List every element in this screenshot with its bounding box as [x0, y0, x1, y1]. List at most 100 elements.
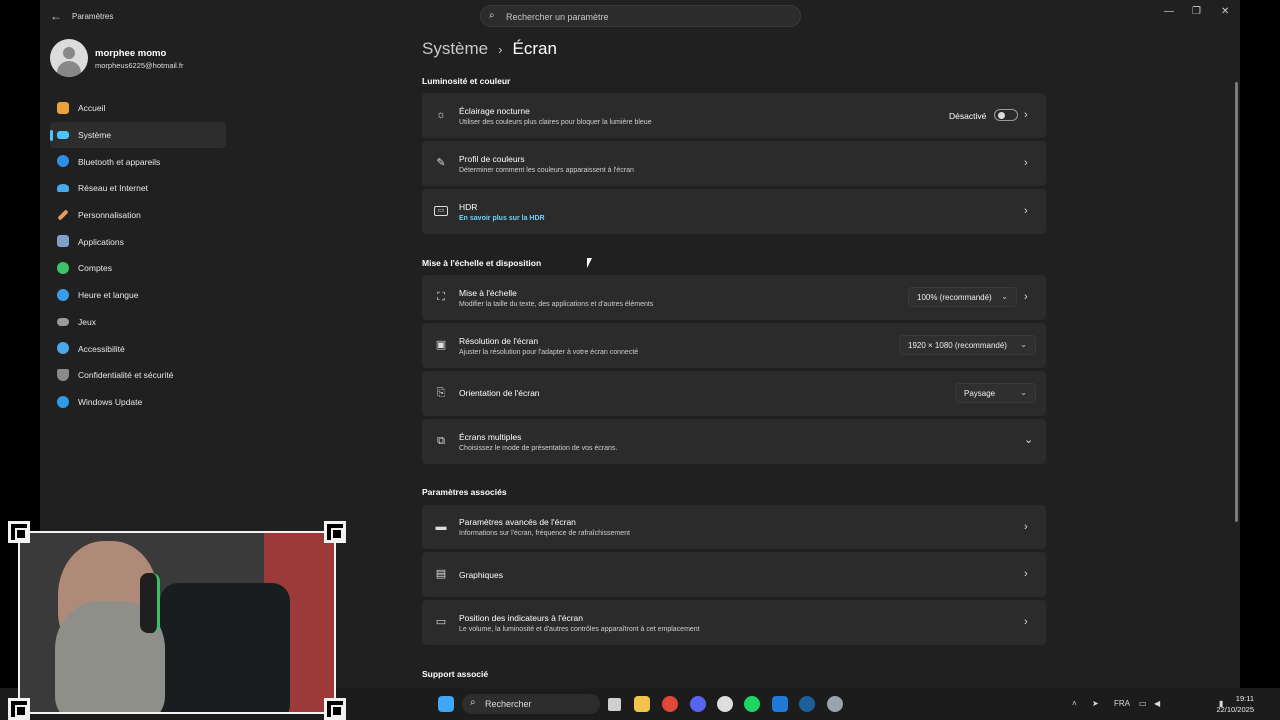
- frame-corner-icon: [324, 698, 346, 720]
- multiple-displays-card[interactable]: ⧉ Écrans multiples Choisissez le mode de…: [422, 419, 1046, 464]
- person-icon: [57, 262, 69, 275]
- section-brightness: Luminosité et couleur: [422, 76, 511, 86]
- card-title: HDR: [459, 202, 478, 212]
- minimize-button[interactable]: —: [1164, 6, 1174, 17]
- home-icon: [57, 102, 69, 114]
- tray-chevron-up-icon[interactable]: ˄: [1072, 699, 1077, 708]
- gamepad-icon: [57, 317, 69, 326]
- sidebar-item-accueil[interactable]: Accueil: [50, 95, 226, 122]
- search-placeholder: Rechercher un paramètre: [506, 12, 609, 22]
- card-desc: Choisissez le mode de présentation de vo…: [459, 445, 618, 452]
- card-desc: Informations sur l'écran, fréquence de r…: [459, 530, 630, 537]
- taskbar-search[interactable]: ⌕ Rechercher: [462, 694, 600, 714]
- task-view-icon[interactable]: [608, 698, 621, 711]
- sidebar-item-personnalisation[interactable]: Personnalisation: [50, 202, 226, 229]
- multiple-displays-icon: ⧉: [437, 435, 445, 447]
- windows-start-icon[interactable]: [438, 696, 454, 712]
- scaling-card[interactable]: ⛶ Mise à l'échelle Modifier la taille du…: [422, 275, 1046, 320]
- sidebar-item-label: Confidentialité et sécurité: [78, 370, 174, 381]
- volume-icon[interactable]: ◀: [1154, 699, 1160, 708]
- card-desc: Modifier la taille du texte, des applica…: [459, 301, 654, 308]
- update-icon: [57, 395, 69, 408]
- dropdown-value: Paysage: [964, 388, 996, 398]
- sidebar-item-applications[interactable]: Applications: [50, 228, 226, 255]
- sidebar-item-label: Bluetooth et appareils: [78, 156, 161, 167]
- monitor-icon: [57, 130, 69, 139]
- language-indicator[interactable]: FRA: [1114, 699, 1130, 708]
- sidebar-item-label: Personnalisation: [78, 210, 141, 221]
- breadcrumb-parent[interactable]: Système: [422, 39, 488, 59]
- sidebar-item-confidentialite[interactable]: Confidentialité et sécurité: [50, 362, 226, 389]
- color-profile-card[interactable]: ✎ Profil de couleurs Déterminer comment …: [422, 141, 1046, 186]
- sidebar-item-label: Jeux: [78, 316, 96, 327]
- chevron-down-icon[interactable]: ⌄: [1024, 435, 1034, 446]
- graphics-card[interactable]: ▤ Graphiques ›: [422, 552, 1046, 597]
- webcam-feed: [18, 531, 336, 714]
- dropdown-value: 1920 × 1080 (recommandé): [908, 340, 1007, 350]
- sidebar-item-comptes[interactable]: Comptes: [50, 255, 226, 282]
- resolution-dropdown[interactable]: 1920 × 1080 (recommandé) ⌄: [899, 335, 1036, 355]
- apps-icon: [57, 235, 69, 248]
- sidebar-item-windows-update[interactable]: Windows Update: [50, 389, 226, 416]
- location-icon: ➤: [1092, 699, 1099, 708]
- taskbar-search-label: Rechercher: [485, 699, 532, 709]
- hdr-card[interactable]: ▭ HDR En savoir plus sur la HDR ›: [422, 189, 1046, 234]
- discord-icon[interactable]: [690, 696, 706, 712]
- card-title: Profil de couleurs: [459, 154, 525, 164]
- settings-icon[interactable]: [827, 696, 843, 712]
- chrome-icon[interactable]: [662, 696, 678, 712]
- advanced-display-card[interactable]: ▬ Paramètres avancés de l'écran Informat…: [422, 505, 1046, 549]
- outlook-icon[interactable]: [772, 696, 788, 712]
- breadcrumb-separator: ›: [498, 41, 503, 57]
- openai-icon[interactable]: [717, 696, 733, 712]
- orientation-card[interactable]: ⎘ Orientation de l'écran Paysage ⌄: [422, 371, 1046, 416]
- avatar[interactable]: [50, 39, 88, 77]
- maximize-button[interactable]: ❐: [1192, 6, 1201, 17]
- close-button[interactable]: ✕: [1221, 6, 1229, 17]
- hdr-learn-more-link[interactable]: En savoir plus sur la HDR: [459, 215, 545, 222]
- settings-search-input[interactable]: ⌕ Rechercher un paramètre: [480, 5, 801, 27]
- dropdown-value: 100% (recommandé): [917, 292, 992, 302]
- scale-icon: ⛶: [437, 291, 445, 303]
- chevron-down-icon: ⌄: [1020, 340, 1027, 349]
- breadcrumb: Système › Écran: [422, 39, 557, 59]
- webcam-overlay: [8, 521, 346, 720]
- resolution-card[interactable]: ▣ Résolution de l'écran Ajuster la résol…: [422, 323, 1046, 368]
- search-icon: ⌕: [470, 697, 476, 708]
- card-title: Orientation de l'écran: [459, 388, 540, 398]
- section-scale: Mise à l'échelle et disposition: [422, 258, 542, 268]
- graphics-card-icon: ▤: [435, 568, 447, 580]
- indicators-position-card[interactable]: ▭ Position des indicateurs à l'écran Le …: [422, 600, 1046, 645]
- network-icon[interactable]: ▭: [1139, 699, 1147, 708]
- orientation-dropdown[interactable]: Paysage ⌄: [955, 383, 1036, 403]
- sidebar-item-label: Accueil: [78, 103, 106, 114]
- mouse-cursor-icon: [587, 258, 592, 268]
- globe-icon: [57, 288, 69, 301]
- spotify-icon[interactable]: [744, 696, 760, 712]
- section-support: Support associé: [422, 669, 489, 679]
- card-title: Écrans multiples: [459, 432, 522, 442]
- sidebar-item-heure[interactable]: Heure et langue: [50, 282, 226, 309]
- night-light-toggle[interactable]: [994, 109, 1018, 121]
- resolution-icon: ▣: [435, 339, 447, 351]
- sidebar-item-systeme[interactable]: Système: [50, 121, 226, 149]
- sidebar-item-reseau[interactable]: Réseau et Internet: [50, 175, 226, 202]
- sidebar-item-jeux[interactable]: Jeux: [50, 309, 226, 336]
- orientation-icon: ⎘: [436, 387, 446, 399]
- card-desc: Ajuster la résolution pour l'adapter à v…: [459, 349, 639, 356]
- pen-icon: ✎: [436, 157, 446, 169]
- title-bar: ← Paramètres ⌕ Rechercher un paramètre —…: [40, 0, 1240, 32]
- notification-bell-icon[interactable]: ▮: [1219, 699, 1223, 708]
- frame-corner-icon: [324, 521, 346, 543]
- sidebar-item-accessibilite[interactable]: Accessibilité: [50, 335, 226, 362]
- steam-icon[interactable]: [799, 696, 815, 712]
- night-light-card[interactable]: ☼ Éclairage nocturne Utiliser des couleu…: [422, 93, 1046, 138]
- sidebar-item-label: Système: [78, 130, 112, 141]
- back-arrow-icon[interactable]: ←: [50, 9, 64, 23]
- hdr-icon: ▭: [434, 206, 448, 216]
- card-title: Graphiques: [459, 570, 503, 580]
- scaling-dropdown[interactable]: 100% (recommandé) ⌄: [908, 287, 1017, 307]
- scrollbar[interactable]: [1235, 82, 1238, 522]
- file-explorer-icon[interactable]: [634, 696, 650, 712]
- sidebar-item-bluetooth[interactable]: Bluetooth et appareils: [50, 148, 226, 175]
